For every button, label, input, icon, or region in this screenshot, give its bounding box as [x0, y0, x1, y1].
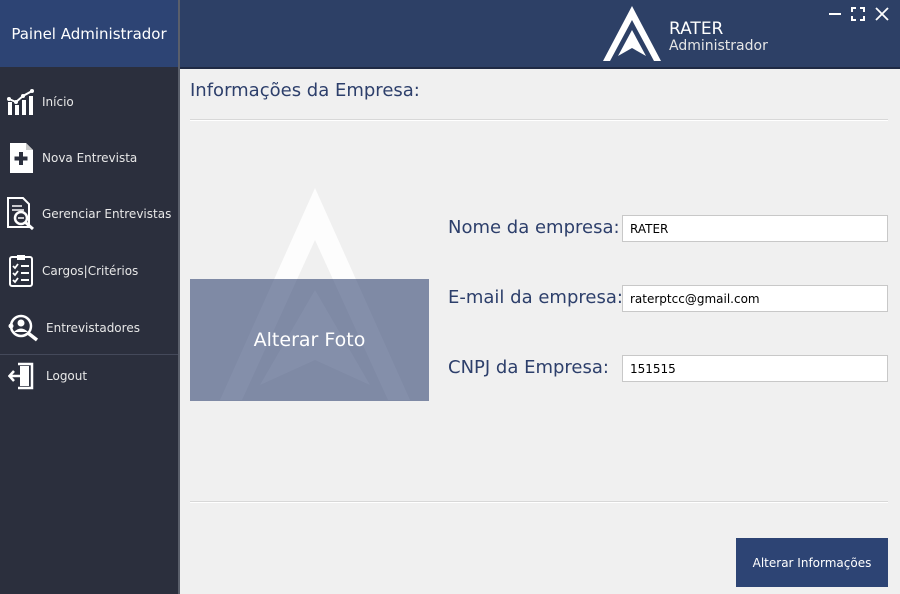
company-cnpj-field[interactable]: [622, 355, 888, 382]
sidebar-item-logout[interactable]: Logout: [0, 351, 178, 401]
checklist-icon: [6, 255, 36, 287]
sidebar-item-label: Entrevistadores: [46, 321, 140, 335]
chart-icon: [6, 86, 36, 118]
add-document-icon: [6, 142, 36, 174]
header-shadow: [180, 67, 900, 69]
sidebar-item-cargos-criterios[interactable]: Cargos|Critérios: [0, 246, 178, 296]
search-document-icon: [6, 197, 36, 231]
company-name-label: Nome da empresa:: [448, 217, 620, 238]
maximize-icon[interactable]: [850, 6, 866, 22]
company-email-field[interactable]: [622, 285, 888, 312]
brand-title: RATER: [669, 19, 724, 39]
close-icon[interactable]: [874, 6, 890, 22]
logout-icon: [6, 360, 36, 392]
sidebar-item-label: Logout: [46, 369, 88, 383]
company-name-field[interactable]: [622, 215, 888, 242]
update-info-button[interactable]: Alterar Informações: [736, 538, 888, 587]
sidebar-item-nova-entrevista[interactable]: Nova Entrevista: [0, 133, 178, 183]
sidebar-edge: [178, 0, 180, 594]
sidebar-item-entrevistadores[interactable]: Entrevistadores: [0, 303, 178, 353]
sidebar-item-label: Nova Entrevista: [42, 151, 138, 165]
header-bar: RATER Administrador: [180, 0, 900, 67]
company-email-label: E-mail da empresa:: [448, 287, 623, 308]
sidebar-title: Painel Administrador: [0, 0, 178, 67]
divider-top: [190, 119, 888, 121]
sidebar-item-label: Início: [42, 95, 74, 109]
section-title: Informações da Empresa:: [190, 80, 420, 101]
sidebar: Painel Administrador Início Nova Entrevi…: [0, 0, 178, 594]
sidebar-item-gerenciar-entrevistas[interactable]: Gerenciar Entrevistas: [0, 189, 178, 239]
divider-bottom: [190, 501, 888, 503]
rater-logo-icon: [603, 6, 661, 61]
brand-subtitle: Administrador: [669, 38, 768, 54]
sidebar-item-inicio[interactable]: Início: [0, 77, 178, 127]
company-cnpj-label: CNPJ da Empresa:: [448, 357, 609, 378]
sidebar-item-label: Gerenciar Entrevistas: [42, 207, 172, 221]
users-search-icon: [6, 312, 40, 344]
sidebar-item-label: Cargos|Critérios: [42, 264, 139, 278]
change-photo-button[interactable]: Alterar Foto: [190, 279, 429, 401]
minimize-icon[interactable]: [827, 6, 843, 22]
